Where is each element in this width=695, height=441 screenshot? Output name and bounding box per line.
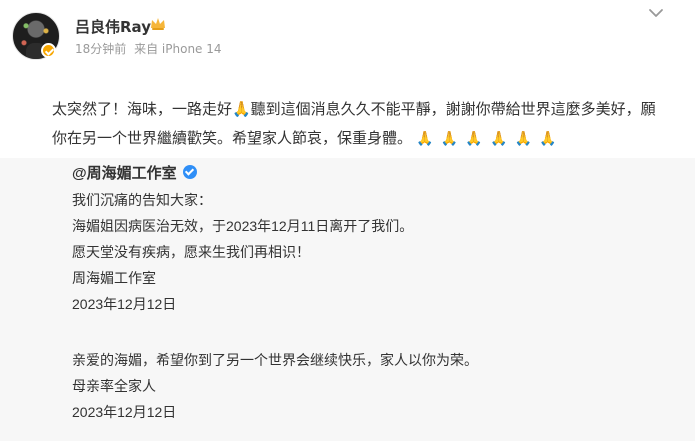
pray-emoji-4: 🙏 bbox=[490, 130, 508, 146]
post-meta: 18分钟前 来自 iPhone 14 bbox=[75, 40, 226, 57]
post-time: 18分钟前 bbox=[75, 42, 127, 56]
post-source: 来自 iPhone 14 bbox=[134, 42, 222, 56]
pray-emoji-5: 🙏 bbox=[514, 130, 533, 146]
reposted-content[interactable]: @周海媚工作室 我们沉痛的告知大家： 海媚姐因病医治无效，于2023年12月11… bbox=[0, 158, 695, 441]
username[interactable]: 吕良伟Ray bbox=[75, 16, 151, 37]
chevron-down-icon[interactable] bbox=[647, 5, 665, 21]
repost-line: 亲爱的海媚，希望你到了另一个世界会继续快乐，家人以你为荣。 bbox=[72, 352, 478, 368]
verified-badge-icon bbox=[183, 165, 197, 179]
pray-emoji-3: 🙏 bbox=[465, 130, 483, 146]
verified-badge-icon bbox=[41, 43, 56, 58]
repost-line: 海媚姐因病医治无效，于2023年12月11日离开了我们。 bbox=[72, 218, 414, 234]
repost-author[interactable]: @周海媚工作室 bbox=[72, 162, 177, 183]
repost-date: 2023年12月12日 bbox=[72, 296, 177, 312]
post-text: 太突然了！海味，一路走好🙏聽到這個消息久久不能平靜，謝謝你帶給世界這麼多美好，願… bbox=[52, 96, 657, 153]
post-text-content: 太突然了！海味，一路走好🙏聽到這個消息久久不能平靜，謝謝你帶給世界這麼多美好，願… bbox=[52, 101, 656, 147]
pray-emoji-group: 🙏 🙏 🙏 🙏 🙏 🙏 bbox=[416, 130, 559, 147]
pray-emoji-2: 🙏 bbox=[440, 130, 459, 146]
post-header: 吕良伟Ray 18分钟前 来自 iPhone 14 bbox=[0, 0, 695, 72]
repost-line: 周海媚工作室 bbox=[72, 270, 156, 286]
repost-line: 愿天堂没有疾病，愿来生我们再相识！ bbox=[72, 244, 310, 260]
repost-line: 母亲率全家人 bbox=[72, 378, 156, 394]
pray-emoji-6: 🙏 bbox=[539, 130, 557, 146]
pray-emoji-1: 🙏 bbox=[416, 130, 434, 146]
repost-date: 2023年12月12日 bbox=[72, 404, 177, 420]
crown-icon bbox=[151, 18, 165, 30]
repost-line: 我们沉痛的告知大家： bbox=[72, 192, 212, 208]
